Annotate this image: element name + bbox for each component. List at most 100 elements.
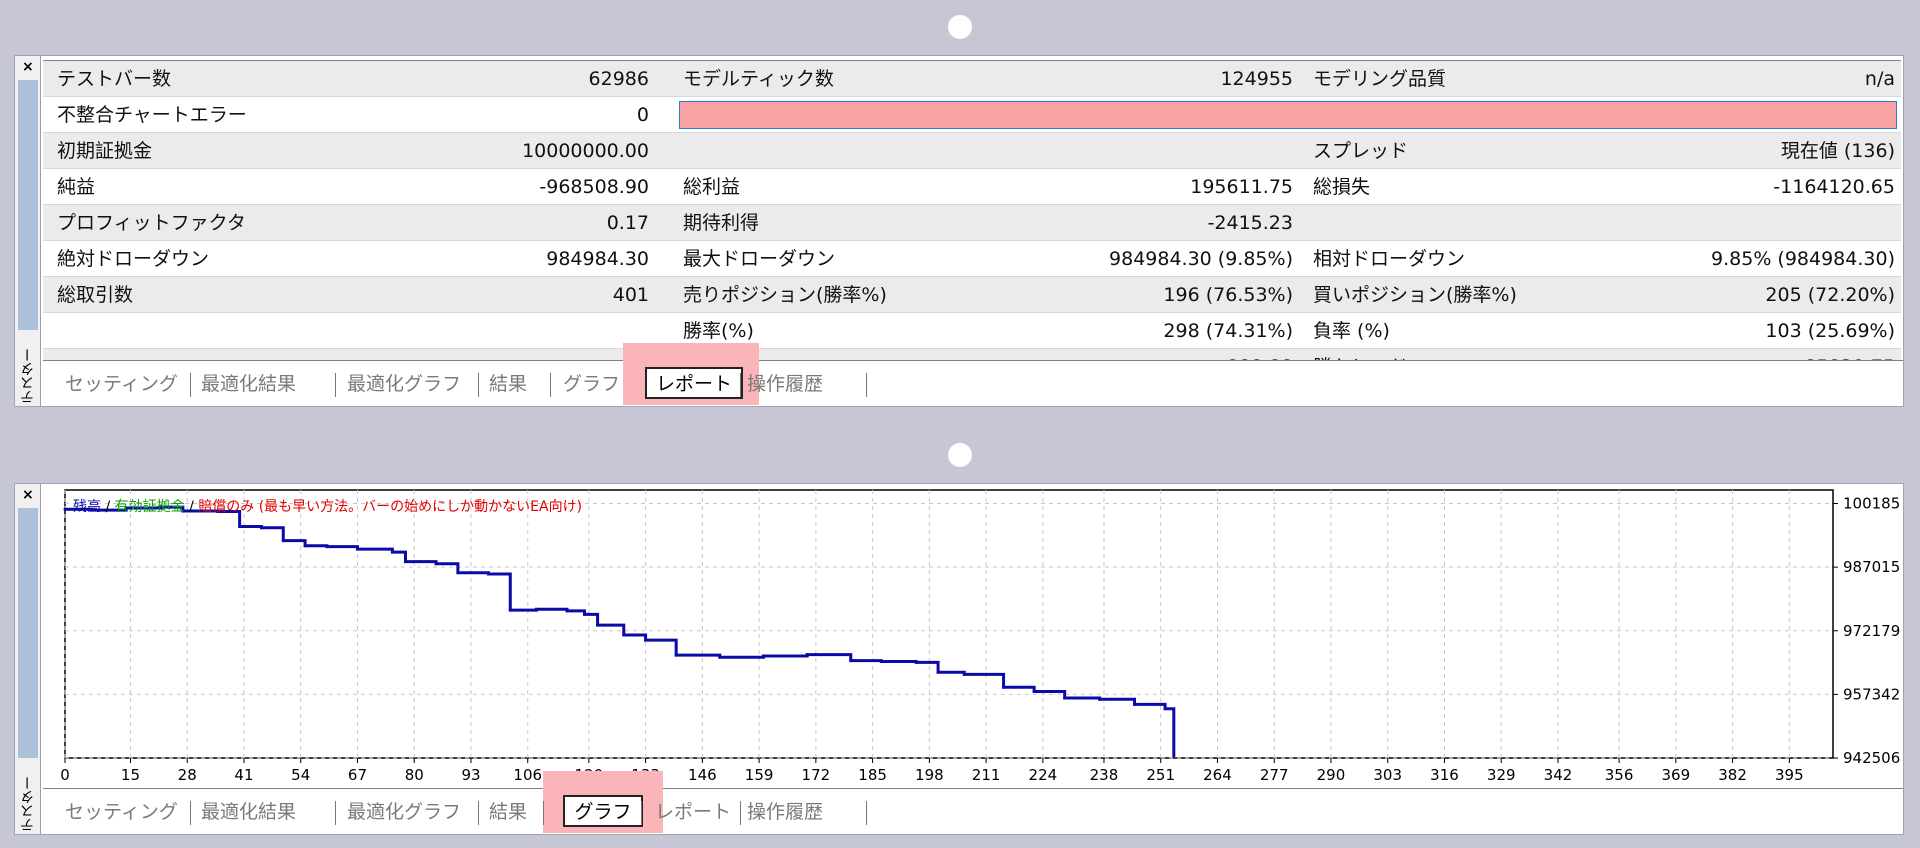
x-tick-label: 224 <box>1029 766 1058 784</box>
tab-separator <box>641 801 642 825</box>
report-label: 総取引数 <box>57 284 134 306</box>
panel-dot <box>948 443 972 467</box>
x-tick-label: 54 <box>291 766 310 784</box>
tab[interactable]: 最適化結果 <box>201 797 296 827</box>
tab-separator <box>550 373 551 397</box>
balance-point <box>596 623 600 627</box>
tab[interactable]: 最適化グラフ <box>347 369 461 399</box>
balance-point <box>674 653 678 657</box>
close-icon[interactable]: × <box>22 59 34 75</box>
report-row: プロフィットファクタ 0.17 期待利得 -2415.23 <box>43 205 1901 241</box>
balance-point <box>1002 685 1006 689</box>
x-tick-label: 172 <box>802 766 831 784</box>
report-label: 負率 (%) <box>1313 320 1390 342</box>
tab[interactable]: セッティング <box>65 369 178 399</box>
tab-separator <box>543 801 544 825</box>
balance-point <box>936 670 940 674</box>
y-tick-label: 9573426 <box>1843 685 1901 703</box>
report-value: -968508.90 <box>539 176 649 198</box>
report-panel: × テスター テストバー数 62986 モデルティック数 124955 モデリング品質 n… <box>0 0 1920 420</box>
report-row: 総取引数 401 売りポジション(勝率%) 196 (76.53%) 買いポジション(勝… <box>43 277 1901 313</box>
x-tick-label: 382 <box>1718 766 1747 784</box>
balance-point <box>325 545 329 549</box>
balance-point <box>1133 702 1137 706</box>
report-value: 401 <box>612 284 649 306</box>
report-label: 純益 <box>57 176 96 198</box>
tester-label: テスター <box>20 348 36 404</box>
balance-point <box>718 655 722 659</box>
report-label: 初期証拠金 <box>57 140 153 162</box>
tester-side-bar: × テスター <box>15 56 41 406</box>
x-tick-label: 80 <box>405 766 424 784</box>
balance-point <box>281 539 285 543</box>
x-tick-label: 342 <box>1544 766 1573 784</box>
x-tick-label: 329 <box>1487 766 1516 784</box>
report-value: 9.85% (984984.30) <box>1711 248 1895 270</box>
balance-point <box>63 507 67 511</box>
tab[interactable]: 操作履歴 <box>747 369 823 399</box>
balance-point <box>434 562 438 566</box>
tab[interactable]: 操作履歴 <box>747 797 823 827</box>
tab[interactable]: レポート <box>655 797 731 827</box>
balance-point <box>508 608 512 612</box>
balance-point <box>805 653 809 657</box>
x-tick-label: 146 <box>688 766 717 784</box>
report-row: テストバー数 62986 モデルティック数 124955 モデリング品質 n/a <box>43 61 1901 97</box>
tab-bar: セッティング 最適化結果 最適化グラフ 結果 グラフ レポート 操作履歴 <box>43 771 1903 834</box>
report-value: 205 (72.20%) <box>1765 284 1895 306</box>
tab[interactable]: 結果 <box>489 369 527 399</box>
balance-point <box>355 547 359 551</box>
report-label: モデルティック数 <box>683 68 834 90</box>
report-table: テストバー数 62986 モデルティック数 124955 モデリング品質 n/a 不整合チャ… <box>43 60 1901 362</box>
report-label: 総利益 <box>683 176 741 198</box>
report-label: 絶対ドローダウン <box>57 248 210 270</box>
report-value: 196 (76.53%) <box>1163 284 1293 306</box>
balance-point <box>259 526 263 530</box>
tab[interactable]: グラフ <box>563 369 620 399</box>
legend-separator: / <box>184 499 199 515</box>
legend-separator: / <box>101 499 115 515</box>
balance-point <box>849 659 853 663</box>
report-value: 298 (74.31%) <box>1163 320 1293 342</box>
x-tick-label: 93 <box>461 766 480 784</box>
legend-entry: 残高 <box>73 499 101 515</box>
balance-point <box>390 550 394 554</box>
tab-bar: セッティング 最適化結果 最適化グラフ 結果 グラフ レポート 操作履歴 <box>43 343 1903 406</box>
side-strip <box>18 508 38 758</box>
x-tick-label: 238 <box>1090 766 1119 784</box>
x-tick-label: 211 <box>972 766 1001 784</box>
balance-point <box>404 560 408 564</box>
tab[interactable]: 最適化グラフ <box>347 797 461 827</box>
report-value <box>1603 205 1895 241</box>
balance-point <box>1032 690 1036 694</box>
tab-active[interactable]: レポート <box>645 367 743 399</box>
tab[interactable]: セッティング <box>65 797 178 827</box>
tab[interactable]: 最適化結果 <box>201 369 296 399</box>
report-label: 最大ドローダウン <box>683 248 836 270</box>
close-icon[interactable]: × <box>22 487 34 503</box>
x-tick-label: 264 <box>1203 766 1232 784</box>
x-tick-label: 395 <box>1775 766 1804 784</box>
x-tick-label: 290 <box>1317 766 1346 784</box>
report-value: 0 <box>636 104 649 126</box>
report-row: 勝率(%) 298 (74.31%) 負率 (%) 103 (25.69%) <box>43 313 1901 349</box>
tab[interactable]: 結果 <box>489 797 527 827</box>
report-value: 984984.30 <box>546 248 649 270</box>
balance-point <box>962 672 966 676</box>
x-tick-label: 41 <box>234 766 253 784</box>
report-label: 売りポジション(勝率%) <box>683 284 887 306</box>
balance-point <box>534 607 538 611</box>
x-tick-label: 67 <box>348 766 367 784</box>
report-label: プロフィットファクタ <box>57 212 246 234</box>
report-value: 10000000.00 <box>522 140 649 162</box>
report-value: 62986 <box>588 68 649 90</box>
balance-point <box>1163 707 1167 711</box>
y-tick-label: 9721790 <box>1843 622 1901 640</box>
plot-area <box>64 489 1834 759</box>
x-tick-label: 356 <box>1605 766 1634 784</box>
y-tick-label: 10018518 <box>1843 495 1901 513</box>
report-label: テストバー数 <box>57 68 172 90</box>
balance-point <box>879 660 883 664</box>
tab-active[interactable]: グラフ <box>563 795 643 827</box>
balance-point <box>1098 697 1102 701</box>
